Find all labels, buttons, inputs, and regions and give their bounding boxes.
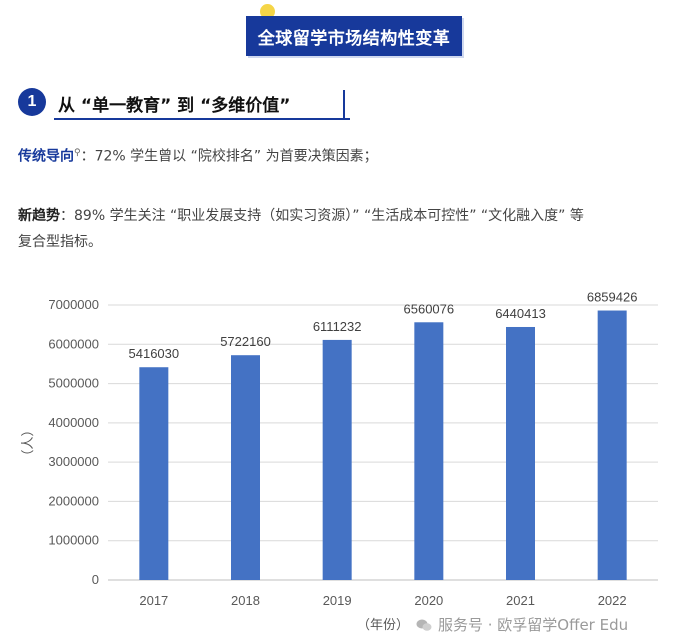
traditional-paragraph: 传统导向⚲：72% 学生曾以 “院校排名” 为首要决策因素；: [18, 140, 378, 170]
section-heading: 1 从 “单一教育” 到 “多维价值”: [18, 84, 350, 122]
y-axis-label: （人）: [20, 423, 35, 462]
x-tick-label: 2017: [139, 593, 168, 608]
data-label: 6560076: [404, 301, 455, 316]
y-tick-label: 4000000: [48, 415, 99, 430]
new-trend-paragraph: 新趋势：89% 学生关注 “职业发展支持（如实习资源）” “生活成本可控性” “…: [18, 203, 584, 255]
page-title: 全球留学市场结构性变革: [246, 16, 462, 56]
bar: [597, 310, 627, 580]
x-axis-label: （年份）: [357, 617, 409, 632]
data-label: 6859426: [587, 290, 638, 305]
x-tick-label: 2018: [231, 593, 260, 608]
x-tick-label: 2019: [323, 593, 352, 608]
x-tick-label: 2022: [598, 593, 627, 608]
bar-chart: 0 1000000 2000000 3000000 4000000 5000000 6000…: [20, 290, 658, 632]
wechat-icon: [416, 619, 432, 631]
section-underline: [54, 118, 350, 120]
new-trend-label: 新趋势: [18, 208, 60, 224]
y-tick-label: 6000000: [48, 336, 99, 351]
data-label: 5722160: [220, 334, 271, 349]
section-bracket: [343, 90, 345, 120]
bar: [506, 326, 535, 580]
traditional-text: ：72% 学生曾以 “院校排名” 为首要决策因素；: [80, 148, 378, 165]
bar: [139, 367, 169, 580]
section-title: 从 “单一教育” 到 “多维价值”: [58, 96, 291, 116]
x-tick-label: 2021: [506, 593, 535, 608]
y-tick-label: 2000000: [48, 493, 99, 508]
section-number-badge: 1: [18, 88, 46, 116]
search-icon[interactable]: ⚲: [74, 148, 81, 158]
y-tick-label: 7000000: [48, 297, 99, 312]
data-label: 6111232: [313, 319, 362, 334]
header: 全球留学市场结构性变革: [0, 0, 698, 60]
new-trend-text: ：89% 学生关注 “职业发展支持（如实习资源）” “生活成本可控性” “文化融…: [60, 208, 584, 224]
y-tick-label: 1000000: [48, 533, 99, 548]
watermark: 服务号 · 欧孚留学Offer Edu: [416, 614, 628, 635]
y-tick-label: 0: [92, 572, 99, 587]
y-tick-label: 3000000: [48, 454, 99, 469]
traditional-label[interactable]: 传统导向: [18, 149, 74, 165]
y-tick-label: 5000000: [48, 376, 99, 391]
bar: [414, 322, 444, 580]
x-tick-label: 2020: [414, 593, 443, 608]
watermark-text: 服务号 · 欧孚留学Offer Edu: [438, 616, 629, 634]
data-label: 6440413: [495, 306, 546, 321]
new-trend-text-line2: 复合型指标。: [18, 234, 102, 250]
bar: [231, 355, 260, 580]
bar: [322, 339, 352, 580]
data-label: 5416030: [129, 346, 180, 361]
